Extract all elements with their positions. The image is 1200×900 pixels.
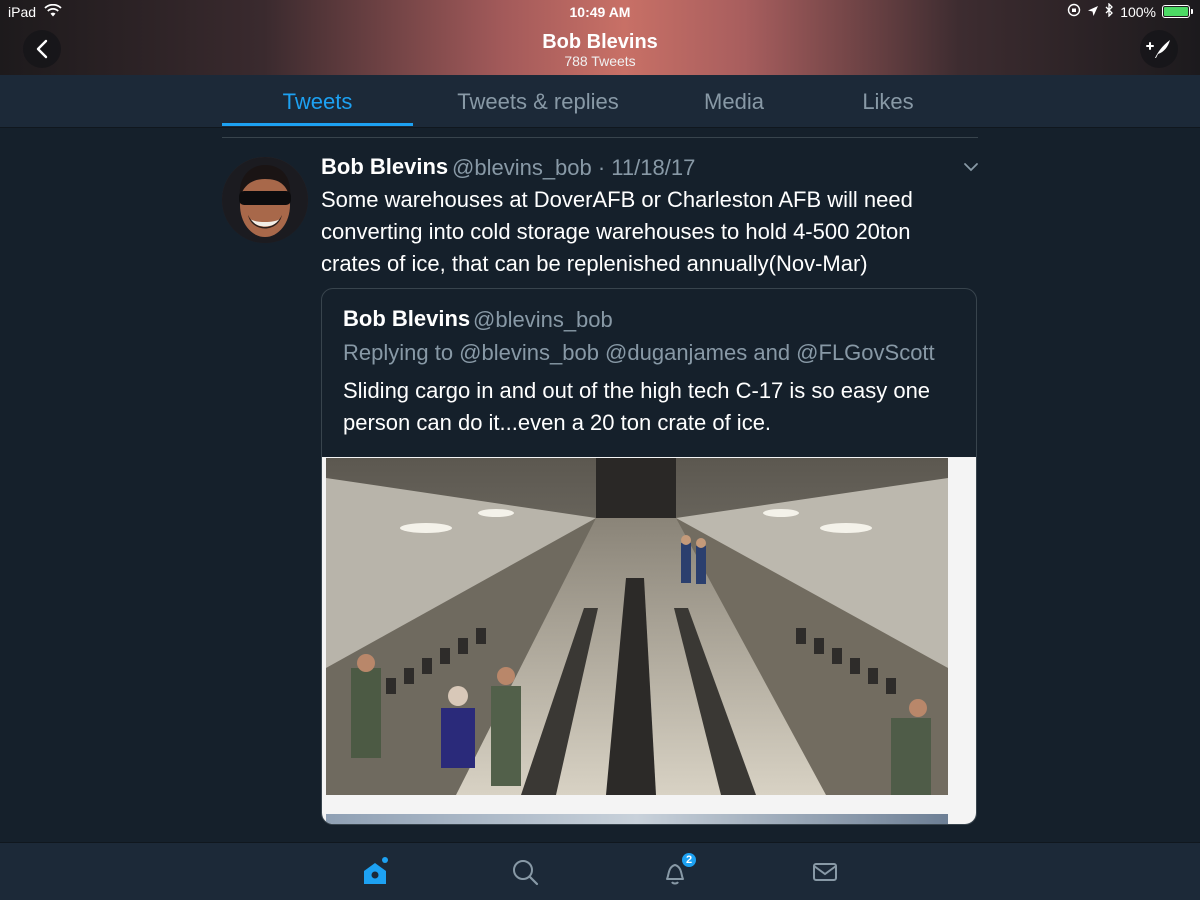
search-icon xyxy=(513,860,539,886)
quoted-author-handle: @blevins_bob xyxy=(473,307,613,332)
status-bar: iPad 10:49 AM 100% xyxy=(0,0,1200,24)
bottom-tab-bar xyxy=(0,842,1200,900)
home-tab[interactable] xyxy=(360,857,390,887)
avatar[interactable] xyxy=(222,157,308,243)
messages-tab[interactable] xyxy=(810,857,840,887)
compose-tweet-icon xyxy=(1146,40,1170,58)
battery-percent: 100% xyxy=(1120,3,1156,20)
battery-icon xyxy=(1162,5,1193,18)
notification-badge: 2 xyxy=(680,851,698,869)
quoted-tweet-text: Sliding cargo in and out of the high tec… xyxy=(343,378,931,435)
timeline-divider xyxy=(222,137,978,138)
top-header: iPad 10:49 AM 100% Bob Blevins 788 Tweet… xyxy=(0,0,1200,75)
tweet-menu-button[interactable] xyxy=(962,160,980,174)
location-icon xyxy=(1087,4,1099,20)
media-strip xyxy=(326,814,948,824)
orientation-lock-icon xyxy=(1067,3,1081,20)
home-icon xyxy=(364,857,388,884)
messages-icon xyxy=(813,863,837,881)
tab-tweets[interactable]: Tweets xyxy=(222,75,413,128)
quoted-tweet[interactable]: Bob Blevins @blevins_bob Replying to @bl… xyxy=(321,288,977,825)
quoted-reply-line: Replying to @blevins_bob @duganjames and… xyxy=(343,340,935,365)
cargo-bay-photo xyxy=(326,458,948,795)
tab-tweets-replies[interactable]: Tweets & replies xyxy=(433,75,643,128)
search-tab[interactable] xyxy=(510,857,540,887)
status-time: 10:49 AM xyxy=(569,4,631,20)
chevron-down-icon xyxy=(964,163,978,172)
quoted-media[interactable] xyxy=(322,457,976,824)
tweet-author-name[interactable]: Bob Blevins xyxy=(321,154,448,180)
status-right: 100% xyxy=(1067,2,1193,20)
compose-button[interactable] xyxy=(1140,30,1178,68)
tweet-text: Some warehouses at DoverAFB or Charlesto… xyxy=(321,187,913,276)
quoted-author-name: Bob Blevins xyxy=(343,306,471,331)
profile-tabs: Tweets Tweets & replies Media Likes xyxy=(0,75,1200,128)
active-tab-indicator xyxy=(222,123,413,126)
tab-likes[interactable]: Likes xyxy=(820,75,956,128)
tab-media[interactable]: Media xyxy=(663,75,805,128)
profile-name-title: Bob Blevins xyxy=(542,31,658,53)
avatar-photo xyxy=(222,157,308,243)
tweet-handle-date: @blevins_bob · 11/18/17 xyxy=(452,155,696,180)
tweet-count: 788 Tweets xyxy=(564,53,636,69)
bluetooth-icon xyxy=(1105,2,1114,20)
